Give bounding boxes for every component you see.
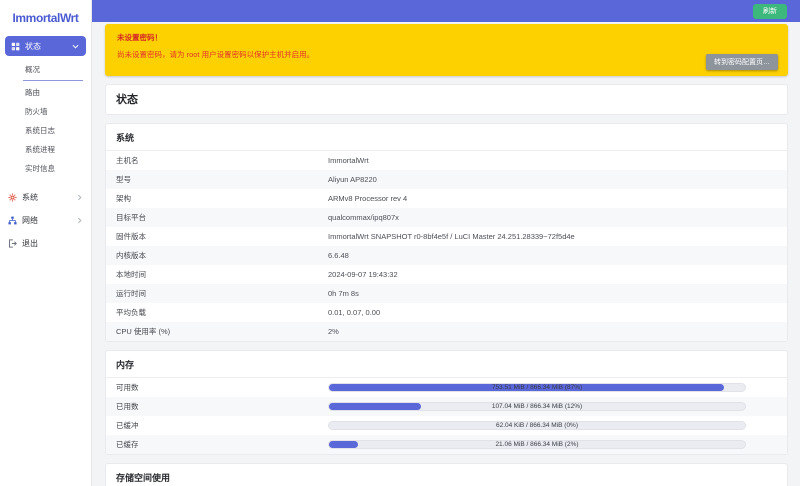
row-value: 0.01, 0.07, 0.00 [328,308,380,317]
network-icon [8,216,17,225]
logout-icon [8,239,17,248]
table-row: 架构ARMv8 Processor rev 4 [106,189,787,208]
row-value: 2% [328,327,339,336]
row-value: qualcommax/ipq807x [328,213,399,222]
progress-bar: 62.04 KiB / 866.34 MiB (0%) [328,421,746,430]
row-label: 架构 [106,193,328,204]
table-row: 目标平台qualcommax/ipq807x [106,208,787,227]
alert-title: 未设置密码！ [117,32,776,43]
sidebar-group-item[interactable]: 系统 [0,186,91,209]
app-root: ImmortalWrt 状态 概况路由防火墙系统日志系统进程实时信息 系统网络退… [0,0,800,486]
content: 未设置密码！ 尚未设置密码，请为 root 用户设置密码以保护主机并启用。 转到… [92,22,800,486]
sidebar-subitem[interactable]: 防火墙 [0,102,91,121]
chevron-right-icon [76,217,83,224]
sidebar-group-label: 网络 [22,215,38,226]
sidebar-subitem[interactable]: 系统日志 [0,121,91,140]
progress-bar: 753.51 MiB / 866.34 MiB (87%) [328,383,746,392]
memory-section: 内存 可用数753.51 MiB / 866.34 MiB (87%)已用数10… [105,350,788,455]
row-label: 固件版本 [106,231,328,242]
sidebar-nav: 状态 概况路由防火墙系统日志系统进程实时信息 系统网络退出 [0,36,91,255]
table-row: 平均负载0.01, 0.07, 0.00 [106,303,787,322]
go-to-password-config-button[interactable]: 转到密码配置页… [706,54,778,70]
sidebar-subitem[interactable]: 实时信息 [0,159,91,178]
chevron-right-icon [76,194,83,201]
row-value: 0h 7m 8s [328,289,359,298]
password-alert: 未设置密码！ 尚未设置密码，请为 root 用户设置密码以保护主机并启用。 转到… [105,24,788,76]
alert-message: 尚未设置密码，请为 root 用户设置密码以保护主机并启用。 [117,49,776,60]
row-label: 本地时间 [106,269,328,280]
main-area: 刷新 未设置密码！ 尚未设置密码，请为 root 用户设置密码以保护主机并启用。… [92,0,800,486]
table-row: 已缓冲62.04 KiB / 866.34 MiB (0%) [106,416,787,435]
row-label: 已用数 [106,401,328,412]
sidebar-subitem[interactable]: 系统进程 [0,140,91,159]
system-table: 主机名ImmortalWrt型号Aliyun AP8220架构ARMv8 Pro… [106,151,787,341]
row-label: CPU 使用率 (%) [106,326,328,337]
progress-bar-text: 107.04 MiB / 866.34 MiB (12%) [329,403,745,410]
table-row: 本地时间2024-09-07 19:43:32 [106,265,787,284]
progress-bar-text: 21.06 MiB / 866.34 MiB (2%) [329,441,745,448]
sidebar: ImmortalWrt 状态 概况路由防火墙系统日志系统进程实时信息 系统网络退… [0,0,92,486]
sidebar-group-label: 系统 [22,192,38,203]
app-logo: ImmortalWrt [0,0,91,34]
table-row: CPU 使用率 (%)2% [106,322,787,341]
sidebar-group-item[interactable]: 网络 [0,209,91,232]
row-value: ImmortalWrt [328,156,369,165]
row-label: 已缓存 [106,439,328,450]
row-label: 平均负载 [106,307,328,318]
system-section-title: 系统 [106,124,787,151]
sidebar-group-item[interactable]: 退出 [0,232,91,255]
sidebar-subitem[interactable]: 概况 [23,60,83,81]
row-label: 内核版本 [106,250,328,261]
status-submenu: 概况路由防火墙系统日志系统进程实时信息 [0,60,91,178]
table-row: 可用数753.51 MiB / 866.34 MiB (87%) [106,378,787,397]
sidebar-subitem[interactable]: 路由 [0,83,91,102]
row-value: ARMv8 Processor rev 4 [328,194,407,203]
table-row: 主机名ImmortalWrt [106,151,787,170]
row-value: 2024-09-07 19:43:32 [328,270,398,279]
row-label: 主机名 [106,155,328,166]
top-bar: 刷新 [92,0,800,22]
memory-table: 可用数753.51 MiB / 866.34 MiB (87%)已用数107.0… [106,378,787,454]
row-value: 6.6.48 [328,251,349,260]
row-value: Aliyun AP8220 [328,175,377,184]
storage-section-title: 存储空间使用 [106,464,787,486]
progress-bar: 21.06 MiB / 866.34 MiB (2%) [328,440,746,449]
table-row: 内核版本6.6.48 [106,246,787,265]
sidebar-item-label: 状态 [25,41,41,52]
progress-bar-text: 753.51 MiB / 866.34 MiB (87%) [329,384,745,391]
dashboard-icon [11,42,20,51]
chevron-down-icon [72,43,79,50]
page-title: 状态 [116,91,777,107]
progress-bar: 107.04 MiB / 866.34 MiB (12%) [328,402,746,411]
table-row: 固件版本ImmortalWrt SNAPSHOT r0-8bf4e5f / Lu… [106,227,787,246]
progress-bar-text: 62.04 KiB / 866.34 MiB (0%) [329,422,745,429]
table-row: 已缓存21.06 MiB / 866.34 MiB (2%) [106,435,787,454]
table-row: 已用数107.04 MiB / 866.34 MiB (12%) [106,397,787,416]
row-label: 已缓冲 [106,420,328,431]
table-row: 型号Aliyun AP8220 [106,170,787,189]
row-value: ImmortalWrt SNAPSHOT r0-8bf4e5f / LuCI M… [328,232,575,241]
system-section: 系统 主机名ImmortalWrt型号Aliyun AP8220架构ARMv8 … [105,123,788,342]
refresh-button[interactable]: 刷新 [753,4,787,19]
sidebar-groups: 系统网络退出 [0,186,91,255]
table-row: 运行时间0h 7m 8s [106,284,787,303]
memory-section-title: 内存 [106,351,787,378]
storage-section: 存储空间使用 磁盘空间1.32 MiB / 94.40 MiB (1%)临时空间… [105,463,788,486]
row-label: 型号 [106,174,328,185]
row-label: 目标平台 [106,212,328,223]
row-label: 可用数 [106,382,328,393]
gear-icon [8,193,17,202]
sidebar-group-label: 退出 [22,238,38,249]
page-title-card: 状态 [105,84,788,115]
row-label: 运行时间 [106,288,328,299]
sidebar-item-status[interactable]: 状态 [5,36,86,56]
